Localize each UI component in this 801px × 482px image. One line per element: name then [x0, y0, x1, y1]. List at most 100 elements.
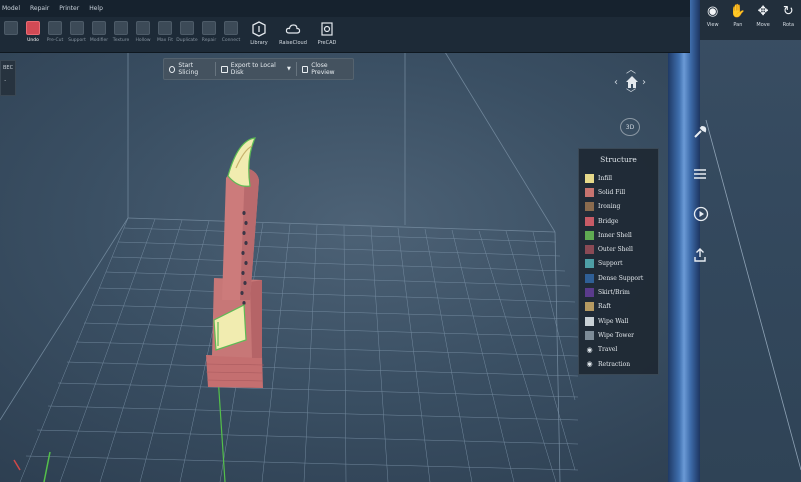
- texture-button[interactable]: Texture: [110, 17, 132, 52]
- view-button[interactable]: ◉ View: [700, 0, 725, 40]
- legend-item[interactable]: Skirt/Brim: [579, 285, 658, 299]
- legend-item[interactable]: ◉ Retraction: [579, 357, 658, 371]
- legend-title: Structure: [600, 155, 637, 164]
- max-fit-icon: [158, 21, 172, 35]
- legend-item[interactable]: Support: [579, 257, 658, 271]
- chevron-right-icon[interactable]: ›: [642, 78, 646, 88]
- app-window: Model Repair Printer Help Undo Pre-Cut S…: [0, 0, 801, 482]
- home-icon[interactable]: [625, 75, 639, 89]
- connect-button[interactable]: Connect: [220, 17, 242, 52]
- chevron-left-icon[interactable]: ‹: [614, 78, 618, 88]
- x-axis: [13, 459, 21, 471]
- legend-label: Solid Fill: [598, 188, 626, 196]
- legend-swatch: [585, 259, 594, 269]
- legend-label: Skirt/Brim: [598, 289, 630, 297]
- legend-item[interactable]: Raft: [579, 300, 658, 314]
- right-panel: [700, 0, 801, 482]
- legend-label: Outer Shell: [598, 246, 633, 254]
- pre-cut-button[interactable]: Pre-Cut: [44, 17, 66, 52]
- legend-item[interactable]: Infill: [579, 171, 658, 185]
- legend-label: Wipe Tower: [598, 331, 634, 339]
- undo-icon: [26, 21, 40, 35]
- list-icon[interactable]: [693, 167, 707, 181]
- structure-legend: Structure Infill Solid Fill Ironing Bridge I…: [578, 148, 659, 375]
- eye-icon: ◉: [586, 360, 593, 368]
- rotate-button[interactable]: ↻ Rota: [776, 0, 801, 40]
- left-mini-panel[interactable]: BEC ·: [0, 60, 16, 96]
- legend-label: Infill: [598, 174, 613, 182]
- repair-icon: [202, 21, 216, 35]
- play-icon[interactable]: [693, 206, 709, 222]
- legend-item[interactable]: Solid Fill: [579, 185, 658, 199]
- export-button[interactable]: Export to Local Disk ▼: [216, 59, 296, 79]
- legend-swatch: [585, 216, 594, 226]
- legend-label: Wipe Wall: [598, 317, 629, 325]
- legend-label: Raft: [598, 303, 611, 311]
- chevron-down-icon[interactable]: ▼: [287, 66, 291, 72]
- legend-swatch: [585, 273, 594, 283]
- 3d-view-button[interactable]: 3D: [620, 118, 640, 136]
- legend-item[interactable]: ◉ Travel: [579, 343, 658, 357]
- modifier-button[interactable]: Modifier: [88, 17, 110, 52]
- menu-bar: Model Repair Printer Help: [0, 0, 690, 17]
- legend-item[interactable]: Wipe Tower: [579, 328, 658, 342]
- legend-item[interactable]: Bridge: [579, 214, 658, 228]
- legend-item[interactable]: Outer Shell: [579, 242, 658, 256]
- legend-item[interactable]: Dense Support: [579, 271, 658, 285]
- legend-swatch: [585, 173, 594, 183]
- rotate-icon: ↻: [782, 4, 794, 19]
- legend-label: Support: [598, 260, 623, 268]
- export-icon: [221, 65, 228, 73]
- cloud-icon: [285, 24, 301, 34]
- support-icon: [70, 21, 84, 35]
- chevron-down-icon[interactable]: ﹀: [626, 90, 636, 100]
- eye-icon: ◉: [586, 345, 593, 354]
- precad-button[interactable]: PreCAD: [310, 17, 344, 52]
- legend-item[interactable]: Inner Shell: [579, 228, 658, 242]
- legend-swatch: [585, 202, 594, 212]
- legend-label: Dense Support: [598, 274, 644, 282]
- undo-button[interactable]: Undo: [22, 17, 44, 52]
- legend-label: Travel: [598, 346, 618, 354]
- hollow-button[interactable]: Hollow: [132, 17, 154, 52]
- move-button[interactable]: ✥ Move: [751, 0, 776, 40]
- bullet-icon: ·: [4, 77, 7, 85]
- legend-item[interactable]: Wipe Wall: [579, 314, 658, 328]
- hand-icon: ✋: [729, 4, 746, 19]
- duplicate-button[interactable]: Duplicate: [176, 17, 198, 52]
- menu-model[interactable]: Model: [0, 5, 28, 12]
- modifier-icon: [92, 21, 106, 35]
- left-panel-label: BEC: [3, 65, 14, 71]
- library-button[interactable]: Library: [242, 17, 276, 52]
- pan-button[interactable]: ✋ Pan: [725, 0, 750, 40]
- start-slicing-button[interactable]: Start Slicing: [164, 59, 215, 79]
- legend-label: Retraction: [598, 360, 631, 368]
- sliced-model[interactable]: [204, 137, 265, 388]
- cut-icon: [48, 21, 62, 35]
- max-fit-button[interactable]: Max Fit: [154, 17, 176, 52]
- tool-0-button[interactable]: [0, 17, 22, 52]
- toolbar: Undo Pre-Cut Support Modifier Texture Ho…: [0, 17, 690, 53]
- upload-icon[interactable]: [693, 247, 707, 263]
- hollow-icon: [136, 21, 150, 35]
- raisecloud-button[interactable]: RaiseCloud: [276, 17, 310, 52]
- repair-button[interactable]: Repair: [198, 17, 220, 52]
- view-navigator[interactable]: ︿ ‹ › ﹀: [612, 66, 652, 106]
- slicing-bar: Start Slicing Export to Local Disk ▼ Clos…: [163, 58, 354, 80]
- eye-icon: ◉: [706, 4, 719, 19]
- legend-swatch: [585, 302, 594, 312]
- legend-swatch: [585, 245, 594, 255]
- legend-swatch: [585, 316, 594, 326]
- menu-printer[interactable]: Printer: [57, 5, 87, 12]
- menu-help[interactable]: Help: [87, 5, 111, 12]
- texture-icon: [114, 21, 128, 35]
- connect-icon: [224, 21, 238, 35]
- legend-label: Ironing: [598, 203, 621, 211]
- legend-item[interactable]: Ironing: [579, 200, 658, 214]
- support-button[interactable]: Support: [66, 17, 88, 52]
- library-icon: [252, 21, 266, 37]
- right-panel-guides: [705, 119, 801, 471]
- wrench-icon[interactable]: [693, 125, 707, 139]
- close-preview-button[interactable]: Close Preview: [297, 59, 353, 79]
- menu-repair[interactable]: Repair: [28, 5, 57, 12]
